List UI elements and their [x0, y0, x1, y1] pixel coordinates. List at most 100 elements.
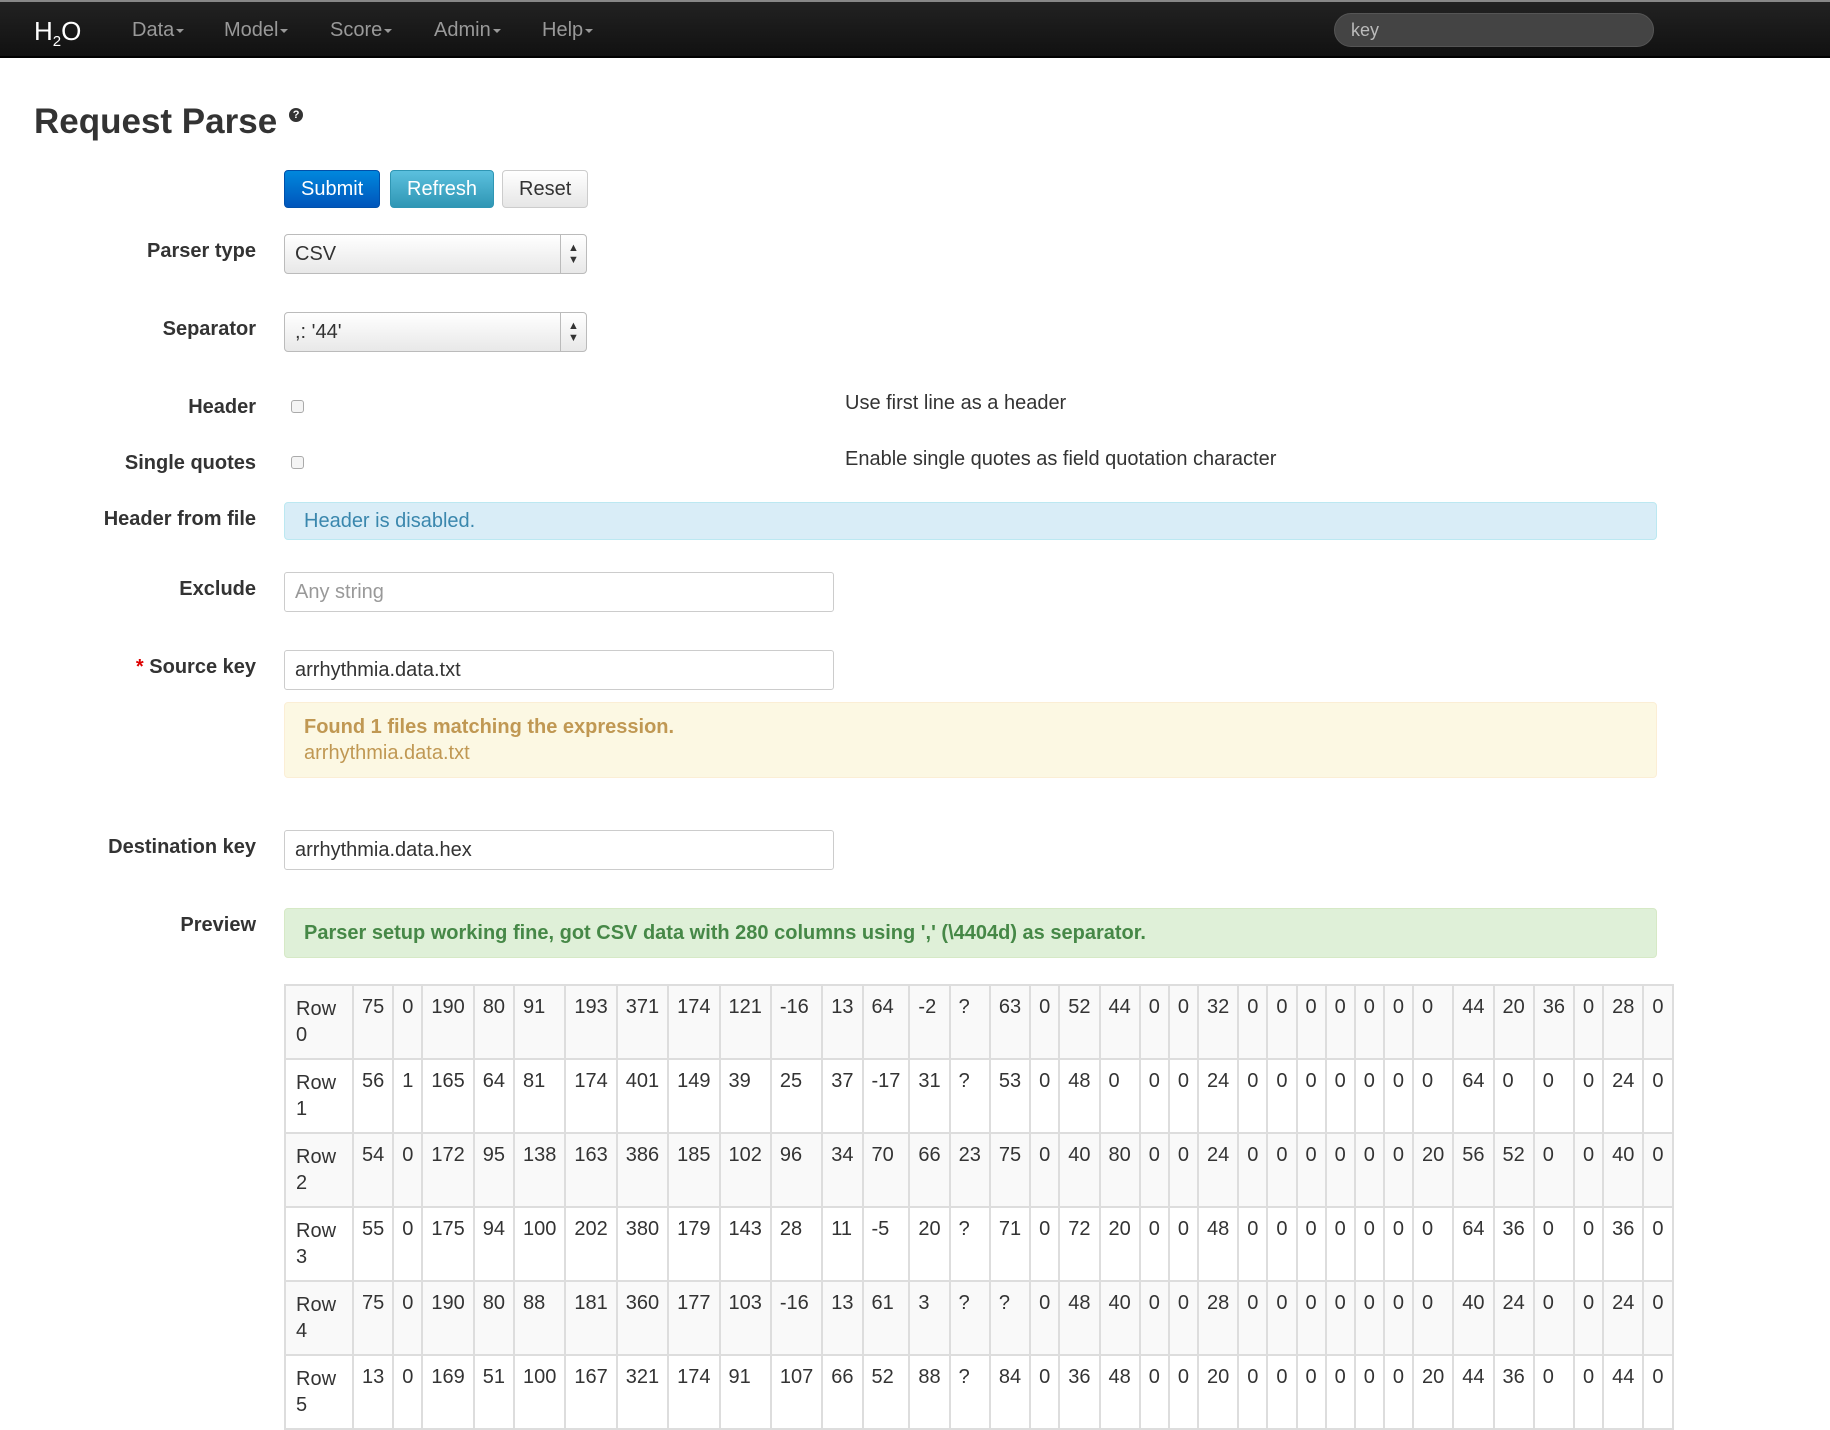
menu-data[interactable]: Data	[132, 19, 185, 42]
question-circle-icon[interactable]: ?	[289, 108, 304, 122]
caret-down-icon	[384, 28, 393, 33]
search-input[interactable]	[1334, 13, 1654, 47]
table-cell: ?	[988, 1280, 1032, 1356]
table-cell: 0	[1324, 984, 1356, 1060]
table-cell: 103	[718, 1280, 772, 1356]
table-cell: 28	[769, 1206, 824, 1282]
menu-help[interactable]: Help	[542, 19, 594, 42]
table-cell: 0	[1532, 1206, 1576, 1282]
separator-label: Separator	[162, 318, 256, 340]
refresh-button[interactable]: Refresh	[390, 170, 495, 208]
single-quotes-help: Enable single quotes as field quotation …	[845, 448, 1277, 470]
table-cell: 44	[1452, 984, 1495, 1060]
table-cell: ?	[948, 1280, 991, 1356]
table-cell: 371	[615, 984, 670, 1060]
table-cell: 0	[1295, 1280, 1327, 1356]
header-label: Header	[188, 396, 256, 418]
required-mark: *	[135, 656, 144, 678]
table-cell: 0	[1382, 1354, 1415, 1430]
table-cell: 56	[351, 1058, 395, 1134]
table-cell: 0	[1029, 1058, 1061, 1134]
table-cell: 0	[1266, 984, 1298, 1060]
table-cell: 0	[1382, 984, 1415, 1060]
caret-down-icon	[280, 28, 289, 33]
exclude-label: Exclude	[179, 578, 256, 600]
header-help: Use first line as a header	[845, 392, 1067, 414]
table-cell: 70	[861, 1132, 911, 1208]
table-cell: 75	[988, 1132, 1032, 1208]
table-cell: 48	[1058, 1058, 1101, 1134]
table-cell: 0	[1382, 1280, 1415, 1356]
table-cell: 0	[1642, 984, 1674, 1060]
table-cell: 80	[1098, 1132, 1141, 1208]
source-key-input[interactable]	[284, 650, 834, 690]
table-cell: 0	[1098, 1058, 1141, 1134]
table-cell: ?	[948, 1354, 991, 1430]
table-cell: 175	[421, 1206, 475, 1282]
table-cell: 96	[769, 1132, 824, 1208]
table-cell: 0	[1138, 1132, 1170, 1208]
menu-score[interactable]: Score	[330, 19, 393, 42]
table-cell: 80	[472, 1280, 516, 1356]
table-cell: 64	[1452, 1206, 1495, 1282]
table-cell: 24	[1197, 1058, 1240, 1134]
table-cell: 0	[392, 1280, 424, 1356]
table-cell: 20	[1412, 1132, 1455, 1208]
table-cell: 190	[421, 1280, 475, 1356]
exclude-input[interactable]	[284, 572, 834, 612]
table-cell: 149	[667, 1058, 721, 1134]
menu-model[interactable]: Model	[224, 19, 289, 42]
table-cell: 24	[1492, 1280, 1535, 1356]
row-label: Row 2	[284, 1132, 354, 1208]
table-cell: 56	[1452, 1132, 1495, 1208]
caret-down-icon	[492, 28, 501, 33]
row-label: Row 0	[284, 984, 354, 1060]
table-cell: 0	[1138, 1206, 1170, 1282]
table-cell: 190	[421, 984, 475, 1060]
menu-admin[interactable]: Admin	[434, 19, 501, 42]
table-cell: 55	[351, 1206, 395, 1282]
table-cell: 100	[512, 1354, 567, 1430]
submit-button[interactable]: Submit	[284, 170, 381, 208]
table-cell: 28	[1197, 1280, 1240, 1356]
table-cell: 0	[1029, 1132, 1061, 1208]
table-cell: 0	[1324, 1058, 1356, 1134]
table-cell: 185	[667, 1132, 721, 1208]
separator-select[interactable]: ,: '44' ▲ ▼	[284, 312, 587, 352]
table-cell: 0	[1642, 1058, 1674, 1134]
table-cell: 0	[1138, 984, 1170, 1060]
brand-o: O	[61, 16, 82, 46]
table-cell: 0	[1266, 1354, 1298, 1430]
table-cell: 71	[988, 1206, 1032, 1282]
preview-table-container[interactable]: Row 0 75 0 190 80 91 193 371 174 121 -16 13 64 -2? 63 0…	[284, 984, 1830, 1430]
table-cell: 0	[1167, 1132, 1200, 1208]
table-row: Row 0 75 0 190 80 91 193 371 174 121 -16 13 64 -2? 63 0…	[284, 984, 1674, 1060]
table-cell: 0	[1237, 1132, 1269, 1208]
parser-type-select[interactable]: CSV ▲ ▼	[284, 234, 587, 274]
table-cell: 48	[1197, 1206, 1240, 1282]
table-cell: 193	[564, 984, 618, 1060]
table-cell: 0	[1642, 1206, 1674, 1282]
single-quotes-checkbox[interactable]	[291, 456, 304, 469]
table-cell: 66	[821, 1354, 864, 1430]
table-cell: 143	[718, 1206, 772, 1282]
table-cell: 0	[1573, 1354, 1605, 1430]
brand-logo[interactable]: H2O	[34, 16, 81, 50]
table-cell: 0	[1324, 1132, 1356, 1208]
header-checkbox[interactable]	[291, 400, 304, 413]
table-cell: 0	[1412, 1058, 1455, 1134]
table-cell: 54	[351, 1132, 395, 1208]
table-cell: 0	[1138, 1280, 1170, 1356]
table-cell: 20	[908, 1206, 951, 1282]
table-cell: 174	[667, 1354, 721, 1430]
table-cell: 179	[667, 1206, 721, 1282]
table-cell: 174	[667, 984, 721, 1060]
parser-type-label: Parser type	[147, 240, 256, 262]
table-cell: 0	[1492, 1058, 1535, 1134]
table-cell: 52	[861, 1354, 911, 1430]
reset-button[interactable]: Reset	[502, 170, 589, 208]
table-cell: 64	[861, 984, 911, 1060]
preview-success-alert: Parser setup working fine, got CSV data …	[284, 908, 1657, 958]
table-cell: 0	[1353, 1058, 1385, 1134]
destination-key-input[interactable]	[284, 830, 834, 870]
